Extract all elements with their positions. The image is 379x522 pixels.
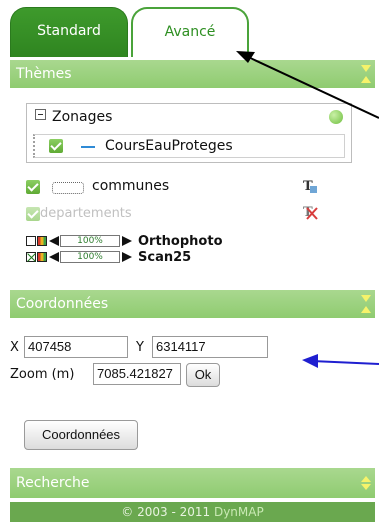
y-label: Y (136, 340, 144, 355)
opacity-decrease-icon[interactable] (49, 252, 59, 262)
coordinates-panel: X 407458 Y 6314117 Zoom (m) 7085.421827 … (10, 318, 375, 458)
line-legend-icon (81, 146, 95, 148)
opacity-value: 100% (60, 251, 120, 263)
raster-label: Scan25 (138, 250, 192, 265)
layer-label: CoursEauProteges (105, 138, 233, 154)
layer-label: communes (92, 178, 170, 194)
layer-label: departements (40, 206, 132, 221)
opacity-decrease-icon[interactable] (49, 236, 59, 246)
group-label: Zonages (52, 109, 113, 125)
search-header[interactable]: Recherche (10, 468, 375, 498)
collapse-group-icon[interactable] (35, 109, 46, 120)
expand-icon[interactable] (361, 476, 371, 494)
x-input[interactable]: 407458 (24, 336, 128, 358)
group-title[interactable]: Zonages (35, 109, 112, 125)
themes-header[interactable]: Thèmes (10, 60, 375, 88)
themes-title: Thèmes (16, 66, 72, 82)
x-label: X (10, 340, 19, 355)
collapse-icon[interactable] (361, 295, 371, 313)
raster-row-orthophoto: 100% Orthophoto (26, 234, 326, 250)
layer-checkbox[interactable] (26, 207, 40, 221)
coordinates-title: Coordonnées (16, 296, 109, 312)
brand-link[interactable]: DynMAP (214, 505, 264, 519)
coordinates-button[interactable]: Coordonnées (24, 420, 138, 450)
collapse-icon[interactable] (361, 65, 371, 83)
zoom-input[interactable]: 7085.421827 (93, 363, 181, 385)
zoom-label: Zoom (m) (10, 367, 75, 382)
raster-checkbox[interactable] (26, 252, 36, 262)
raster-checkbox[interactable] (26, 236, 36, 246)
tab-avance[interactable]: Avancé (131, 7, 249, 57)
layer-item-courseau: CoursEauProteges (33, 134, 345, 158)
map-side-panel: Standard Avancé Thèmes Zonages CoursEauP… (0, 0, 375, 522)
label-tool-icon[interactable]: T (302, 204, 318, 220)
polygon-legend-icon (52, 182, 84, 194)
ok-button[interactable]: Ok (186, 363, 220, 387)
group-visible-icon[interactable] (329, 110, 343, 124)
opacity-increase-icon[interactable] (122, 236, 132, 246)
label-tool-icon[interactable]: T (302, 178, 318, 194)
coordinates-header[interactable]: Coordonnées (10, 290, 375, 318)
search-title: Recherche (16, 475, 90, 491)
copyright-text: © 2003 - 2011 (121, 505, 211, 519)
opacity-value: 100% (60, 235, 120, 247)
tab-bar: Standard Avancé (0, 0, 375, 57)
raster-label: Orthophoto (138, 234, 223, 249)
raster-color-icon (37, 252, 47, 262)
layer-checkbox[interactable] (26, 180, 40, 194)
tab-standard[interactable]: Standard (10, 7, 128, 57)
layer-checkbox[interactable] (49, 139, 63, 153)
layer-group-zonages: Zonages CoursEauProteges (26, 103, 352, 163)
opacity-increase-icon[interactable] (122, 252, 132, 262)
footer: © 2003 - 2011 DynMAP (10, 502, 375, 522)
raster-row-scan25: 100% Scan25 (26, 250, 326, 266)
y-input[interactable]: 6314117 (152, 336, 268, 358)
themes-panel: Zonages CoursEauProteges communes T depa… (10, 90, 375, 290)
raster-color-icon (37, 236, 47, 246)
